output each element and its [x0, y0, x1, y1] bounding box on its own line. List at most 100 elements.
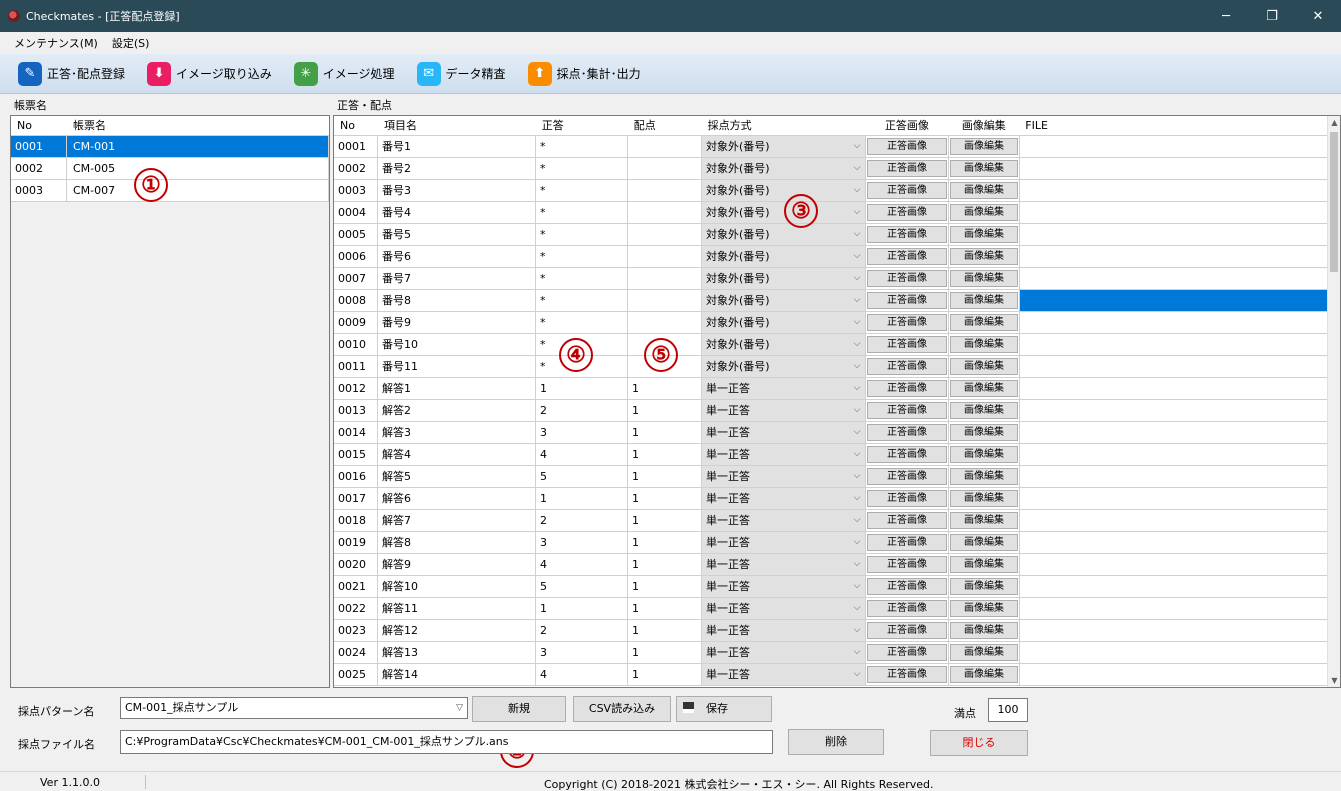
image-edit-button[interactable]: 画像編集: [950, 248, 1018, 265]
answer-row[interactable]: 0005 番号5 * 対象外(番号) ⌵ 正答画像 画像編集: [334, 224, 1340, 246]
row-no-cell[interactable]: 0006: [334, 246, 378, 267]
image-edit-button[interactable]: 画像編集: [950, 424, 1018, 441]
image-edit-button[interactable]: 画像編集: [950, 314, 1018, 331]
chevron-down-icon[interactable]: ⌵: [851, 488, 863, 509]
scroll-up-icon[interactable]: ▲: [1328, 118, 1340, 127]
item-name-cell[interactable]: 番号11: [378, 356, 536, 377]
item-name-cell[interactable]: 解答5: [378, 466, 536, 487]
answer-cell[interactable]: 2: [536, 620, 628, 641]
chevron-down-icon[interactable]: ⌵: [851, 334, 863, 355]
answer-image-button[interactable]: 正答画像: [867, 490, 947, 507]
scoring-method-combo[interactable]: 単一正答 ⌵: [702, 620, 866, 641]
answer-row[interactable]: 0013 解答2 2 1 単一正答 ⌵ 正答画像 画像編集: [334, 400, 1340, 422]
chevron-down-icon[interactable]: ⌵: [851, 378, 863, 399]
answer-cell[interactable]: 3: [536, 532, 628, 553]
image-edit-button[interactable]: 画像編集: [950, 512, 1018, 529]
points-cell[interactable]: [628, 158, 702, 179]
answer-cell[interactable]: 4: [536, 444, 628, 465]
row-no-cell[interactable]: 0003: [334, 180, 378, 201]
answer-image-button[interactable]: 正答画像: [867, 446, 947, 463]
chevron-down-icon[interactable]: ⌵: [851, 312, 863, 333]
answer-image-button[interactable]: 正答画像: [867, 358, 947, 375]
scoring-method-combo[interactable]: 対象外(番号) ⌵: [702, 268, 866, 289]
row-no-cell[interactable]: 0018: [334, 510, 378, 531]
scoring-method-combo[interactable]: 対象外(番号) ⌵: [702, 246, 866, 267]
file-cell[interactable]: [1020, 576, 1328, 597]
item-name-cell[interactable]: 番号1: [378, 136, 536, 157]
answer-row[interactable]: 0021 解答10 5 1 単一正答 ⌵ 正答画像 画像編集: [334, 576, 1340, 598]
answer-row[interactable]: 0017 解答6 1 1 単一正答 ⌵ 正答画像 画像編集: [334, 488, 1340, 510]
answer-image-button[interactable]: 正答画像: [867, 270, 947, 287]
answer-image-button[interactable]: 正答画像: [867, 402, 947, 419]
full-score-field[interactable]: 100: [988, 698, 1028, 722]
chevron-down-icon[interactable]: ⌵: [851, 598, 863, 619]
file-cell[interactable]: [1020, 312, 1328, 333]
points-cell[interactable]: 1: [628, 642, 702, 663]
scoring-method-combo[interactable]: 単一正答 ⌵: [702, 400, 866, 421]
row-no-cell[interactable]: 0011: [334, 356, 378, 377]
answer-cell[interactable]: *: [536, 158, 628, 179]
chevron-down-icon[interactable]: ⌵: [851, 180, 863, 201]
item-name-cell[interactable]: 番号10: [378, 334, 536, 355]
answer-image-button[interactable]: 正答画像: [867, 182, 947, 199]
scoring-method-combo[interactable]: 単一正答 ⌵: [702, 488, 866, 509]
chevron-down-icon[interactable]: ⌵: [851, 268, 863, 289]
answer-row[interactable]: 0024 解答13 3 1 単一正答 ⌵ 正答画像 画像編集: [334, 642, 1340, 664]
vertical-scrollbar[interactable]: ▲ ▼: [1327, 116, 1340, 687]
image-edit-button[interactable]: 画像編集: [950, 270, 1018, 287]
row-no-cell[interactable]: 0021: [334, 576, 378, 597]
answer-cell[interactable]: *: [536, 136, 628, 157]
chevron-down-icon[interactable]: ⌵: [851, 576, 863, 597]
answer-row[interactable]: 0002 番号2 * 対象外(番号) ⌵ 正答画像 画像編集: [334, 158, 1340, 180]
item-name-cell[interactable]: 解答10: [378, 576, 536, 597]
points-cell[interactable]: [628, 246, 702, 267]
item-name-cell[interactable]: 番号8: [378, 290, 536, 311]
image-edit-button[interactable]: 画像編集: [950, 160, 1018, 177]
answer-image-button[interactable]: 正答画像: [867, 424, 947, 441]
answer-row[interactable]: 0022 解答11 1 1 単一正答 ⌵ 正答画像 画像編集: [334, 598, 1340, 620]
points-cell[interactable]: 1: [628, 620, 702, 641]
answer-image-button[interactable]: 正答画像: [867, 336, 947, 353]
row-no-cell[interactable]: 0013: [334, 400, 378, 421]
points-cell[interactable]: [628, 290, 702, 311]
points-cell[interactable]: 1: [628, 444, 702, 465]
answer-cell[interactable]: 1: [536, 488, 628, 509]
row-no-cell[interactable]: 0010: [334, 334, 378, 355]
answer-image-button[interactable]: 正答画像: [867, 292, 947, 309]
answer-cell[interactable]: 2: [536, 400, 628, 421]
answer-image-button[interactable]: 正答画像: [867, 226, 947, 243]
answer-image-button[interactable]: 正答画像: [867, 556, 947, 573]
scoring-method-combo[interactable]: 単一正答 ⌵: [702, 554, 866, 575]
answer-row[interactable]: 0016 解答5 5 1 単一正答 ⌵ 正答画像 画像編集: [334, 466, 1340, 488]
chevron-down-icon[interactable]: ⌵: [851, 202, 863, 223]
image-edit-button[interactable]: 画像編集: [950, 490, 1018, 507]
close-button[interactable]: 閉じる: [930, 730, 1028, 756]
file-cell[interactable]: [1020, 620, 1328, 641]
points-cell[interactable]: [628, 268, 702, 289]
answer-row[interactable]: 0015 解答4 4 1 単一正答 ⌵ 正答画像 画像編集: [334, 444, 1340, 466]
points-cell[interactable]: 1: [628, 422, 702, 443]
answer-cell[interactable]: 3: [536, 422, 628, 443]
row-no-cell[interactable]: 0017: [334, 488, 378, 509]
chevron-down-icon[interactable]: ⌵: [851, 642, 863, 663]
answer-cell[interactable]: 1: [536, 598, 628, 619]
file-cell[interactable]: [1020, 290, 1328, 311]
scoring-method-combo[interactable]: 単一正答 ⌵: [702, 422, 866, 443]
points-cell[interactable]: 1: [628, 488, 702, 509]
row-no-cell[interactable]: 0007: [334, 268, 378, 289]
points-cell[interactable]: 1: [628, 664, 702, 685]
file-cell[interactable]: [1020, 444, 1328, 465]
toolbar-item-2[interactable]: ⬇ イメージ取り込み: [147, 61, 272, 86]
chevron-down-icon[interactable]: ⌵: [851, 158, 863, 179]
scoring-method-combo[interactable]: 対象外(番号) ⌵: [702, 290, 866, 311]
item-name-cell[interactable]: 解答12: [378, 620, 536, 641]
file-cell[interactable]: [1020, 642, 1328, 663]
toolbar-item-5[interactable]: ⬆ 採点･集計･出力: [527, 61, 641, 86]
answer-image-button[interactable]: 正答画像: [867, 468, 947, 485]
answer-row[interactable]: 0025 解答14 4 1 単一正答 ⌵ 正答画像 画像編集: [334, 664, 1340, 686]
points-cell[interactable]: [628, 224, 702, 245]
row-no-cell[interactable]: 0019: [334, 532, 378, 553]
row-no-cell[interactable]: 0005: [334, 224, 378, 245]
points-cell[interactable]: 1: [628, 598, 702, 619]
form-list-row[interactable]: 0002 CM-005: [11, 158, 329, 180]
